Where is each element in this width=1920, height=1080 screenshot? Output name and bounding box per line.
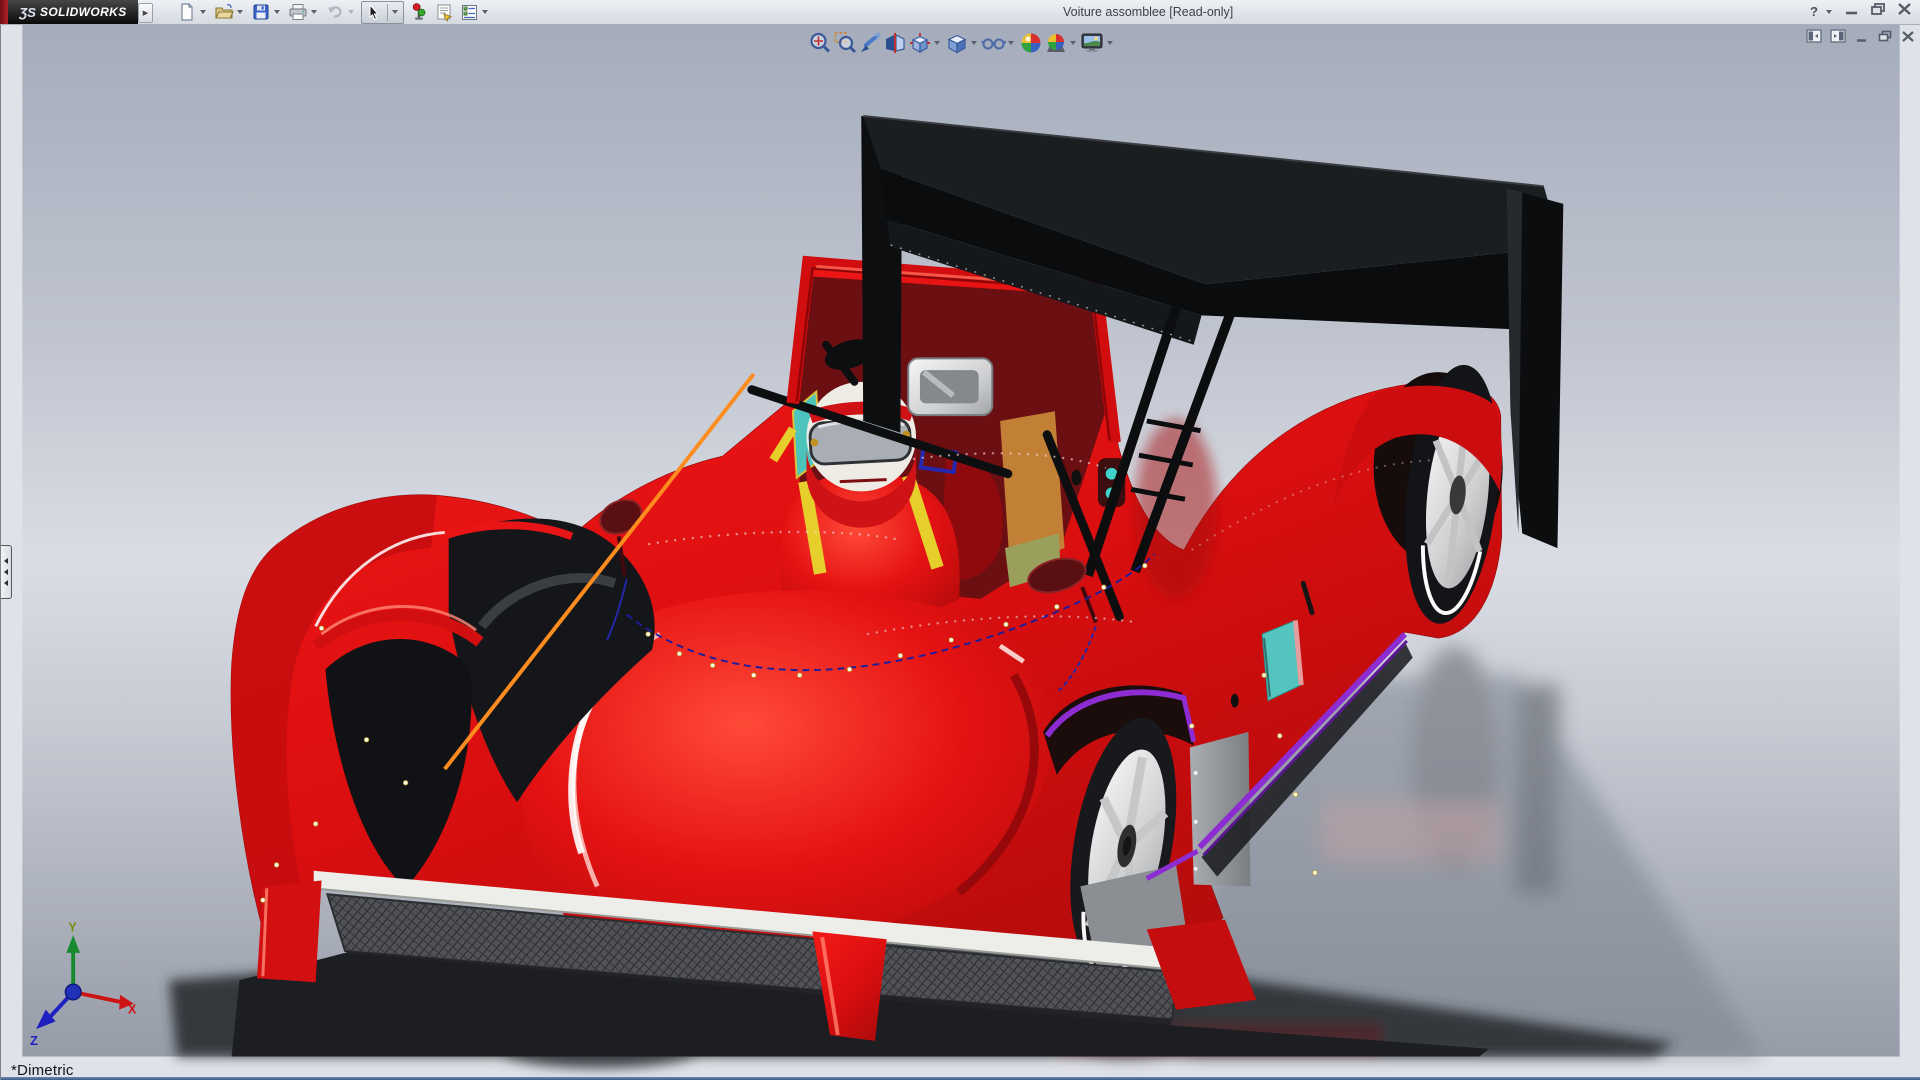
collapse-pane-right-icon[interactable] xyxy=(1830,29,1847,49)
traffic-light-icon xyxy=(408,2,430,22)
undo-button[interactable] xyxy=(324,2,358,22)
graphics-area[interactable]: X Y Z xyxy=(0,24,1920,1080)
edit-appearance-button[interactable] xyxy=(1018,30,1043,55)
minimize-document-button[interactable] xyxy=(1854,30,1870,48)
solidworks-logo: ƷS SOLIDWORKS xyxy=(8,0,138,24)
previous-view-button[interactable] xyxy=(857,30,882,55)
3d-scene: X Y Z xyxy=(1,24,1920,1080)
undo-arrow-icon xyxy=(324,2,346,22)
options-checklist-icon xyxy=(458,2,480,22)
triad-y-label: Y xyxy=(68,919,77,934)
print-button[interactable] xyxy=(287,2,321,22)
dassault-logo-glyph: ƷS xyxy=(19,5,36,20)
view-settings-button[interactable] xyxy=(1080,30,1105,55)
printer-icon xyxy=(287,2,309,22)
window-title: Voiture assomblee [Read-only] xyxy=(1063,5,1233,19)
intake-mirror-box xyxy=(908,358,992,415)
save-dropdown[interactable] xyxy=(274,10,280,14)
title-bar: ƷS SOLIDWORKS ▶ xyxy=(0,0,1920,25)
save-button[interactable] xyxy=(250,2,284,22)
file-properties-button[interactable] xyxy=(433,2,455,22)
body-hole-2 xyxy=(1231,694,1239,708)
expand-panel-arrow-icon xyxy=(4,569,8,575)
view-settings-dropdown[interactable] xyxy=(1107,41,1113,45)
apply-scene-button[interactable] xyxy=(1043,30,1068,55)
select-tool-button[interactable] xyxy=(361,1,404,24)
headsup-view-toolbar xyxy=(807,30,1117,55)
restore-document-button[interactable] xyxy=(1877,30,1893,48)
options-dropdown[interactable] xyxy=(482,10,488,14)
undo-dropdown[interactable] xyxy=(348,10,354,14)
document-window-controls xyxy=(1806,29,1916,49)
view-orientation-button[interactable] xyxy=(907,30,932,55)
view-orientation-label: *Dimetric xyxy=(11,1062,74,1079)
open-button[interactable] xyxy=(213,2,247,22)
options-button[interactable] xyxy=(458,2,492,22)
help-button[interactable]: ? xyxy=(1810,4,1818,19)
close-button[interactable] xyxy=(1894,2,1914,21)
open-dropdown[interactable] xyxy=(237,10,243,14)
main-toolbar xyxy=(176,1,495,23)
help-dropdown[interactable] xyxy=(1826,10,1832,14)
section-view-button[interactable] xyxy=(882,30,907,55)
triad-x-label: X xyxy=(128,1002,137,1017)
body-hole-1 xyxy=(1071,470,1081,486)
solidworks-window: { "window": { "title": "Voiture assomble… xyxy=(0,0,1920,1080)
zoom-to-area-button[interactable] xyxy=(832,30,857,55)
display-style-button[interactable] xyxy=(944,30,969,55)
print-dropdown[interactable] xyxy=(311,10,317,14)
feature-manager-collapsed-tab[interactable] xyxy=(1,545,12,599)
rebuild-button[interactable] xyxy=(408,2,430,22)
triad-z-label: Z xyxy=(30,1033,38,1048)
hide-show-items-dropdown[interactable] xyxy=(1008,41,1014,45)
expand-panel-arrow-icon xyxy=(4,580,8,586)
menu-expand-arrow-icon[interactable]: ▶ xyxy=(138,3,153,23)
view-orientation-dropdown[interactable] xyxy=(934,41,940,45)
window-controls: ? xyxy=(1810,2,1914,21)
display-style-dropdown[interactable] xyxy=(971,41,977,45)
file-properties-icon xyxy=(433,2,455,22)
close-document-button[interactable] xyxy=(1900,30,1916,48)
collapse-pane-left-icon[interactable] xyxy=(1806,29,1823,49)
minimize-button[interactable] xyxy=(1842,2,1862,21)
new-document-button[interactable] xyxy=(176,2,210,22)
rear-deck-shading xyxy=(1135,419,1217,599)
new-document-icon xyxy=(176,2,198,22)
select-cursor-icon xyxy=(363,2,385,22)
restore-button[interactable] xyxy=(1868,2,1888,21)
open-folder-icon xyxy=(213,2,235,22)
save-floppy-icon xyxy=(250,2,272,22)
new-document-dropdown[interactable] xyxy=(200,10,206,14)
brand-red-strip xyxy=(0,0,8,24)
solidworks-logo-text: SOLIDWORKS xyxy=(40,5,127,19)
expand-panel-arrow-icon xyxy=(4,558,8,564)
hide-show-items-button[interactable] xyxy=(981,30,1006,55)
select-dropdown[interactable] xyxy=(392,10,398,14)
apply-scene-dropdown[interactable] xyxy=(1070,41,1076,45)
zoom-to-fit-button[interactable] xyxy=(807,30,832,55)
